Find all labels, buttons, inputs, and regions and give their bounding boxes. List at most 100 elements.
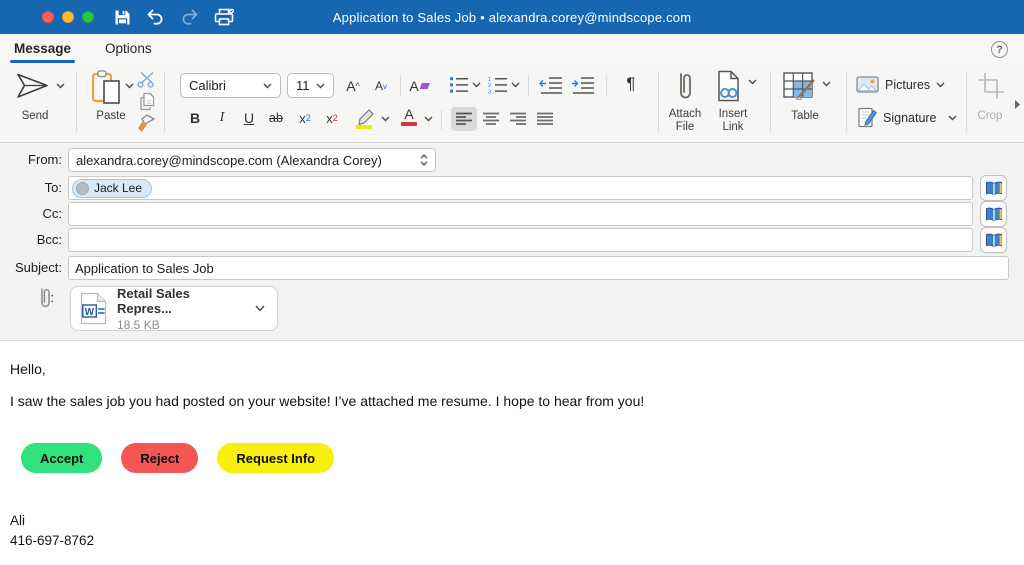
clear-formatting-button[interactable]: A (407, 74, 433, 98)
from-label: From: (0, 152, 62, 167)
insert-link-button[interactable]: Insert Link (708, 66, 764, 140)
from-value: alexandra.corey@mindscope.com (Alexandra… (76, 153, 382, 168)
to-address-book-button[interactable] (980, 175, 1007, 201)
subscript-button[interactable]: x2 (292, 106, 318, 130)
from-select[interactable]: alexandra.corey@mindscope.com (Alexandra… (68, 148, 436, 172)
paste-button[interactable]: Paste (84, 66, 138, 138)
italic-button[interactable]: I (209, 106, 235, 130)
cc-label: Cc: (0, 206, 62, 221)
font-color-swatch (401, 122, 417, 126)
send-button[interactable]: Send (6, 66, 70, 138)
ribbon-tabs: Message Options ? (0, 34, 1024, 64)
signature-label: Signature (883, 111, 937, 125)
table-label: Table (776, 110, 834, 123)
tab-options[interactable]: Options (103, 41, 154, 64)
bcc-address-book-button[interactable] (980, 227, 1007, 253)
chevron-down-icon[interactable] (255, 305, 265, 312)
recipient-chip[interactable]: Jack Lee (72, 179, 152, 198)
chevron-down-icon (56, 83, 65, 89)
redo-icon[interactable] (180, 9, 199, 25)
subject-field[interactable]: Application to Sales Job (68, 256, 1009, 280)
superscript-button[interactable]: x2 (319, 106, 345, 130)
titlebar: Application to Sales Job • alexandra.cor… (0, 0, 1024, 34)
svg-text:W: W (85, 307, 95, 318)
chevron-down-icon[interactable] (511, 82, 520, 88)
avatar (76, 182, 89, 195)
format-painter-icon[interactable] (135, 113, 156, 133)
paperclip-icon (675, 70, 695, 104)
align-right-button[interactable] (505, 107, 531, 131)
send-label: Send (6, 110, 64, 123)
svg-text:3: 3 (488, 89, 491, 94)
signature-icon (858, 107, 877, 128)
shrink-font-button[interactable]: Av (368, 74, 394, 98)
address-book-icon (985, 233, 1003, 248)
bcc-label: Bcc: (0, 232, 62, 247)
address-book-icon (985, 181, 1003, 196)
chevron-down-icon[interactable] (381, 116, 390, 122)
link-icon (716, 70, 742, 102)
bold-button[interactable]: B (182, 106, 208, 130)
attachment-card[interactable]: W Retail Sales Repres... 18.5 KB (70, 286, 278, 331)
attachments-colon: : (0, 290, 54, 305)
address-book-icon (985, 207, 1003, 222)
font-name-value: Calibri (189, 78, 226, 93)
help-icon[interactable]: ? (991, 41, 1008, 58)
message-header-fields: From: alexandra.corey@mindscope.com (Ale… (0, 143, 1024, 341)
recipient-name: Jack Lee (94, 181, 142, 195)
to-field[interactable]: Jack Lee (68, 176, 973, 200)
font-size-select[interactable]: 11 (287, 73, 334, 98)
cut-icon[interactable] (137, 71, 155, 88)
message-body-editor[interactable]: Hello, I saw the sales job you had poste… (0, 342, 1024, 565)
crop-label: Crop (968, 110, 1012, 123)
undo-icon[interactable] (146, 9, 165, 25)
signature-button[interactable]: Signature (854, 106, 960, 130)
font-name-select[interactable]: Calibri (180, 73, 281, 98)
pictures-icon (856, 76, 879, 93)
align-left-button[interactable] (451, 107, 477, 131)
align-justify-button[interactable] (532, 107, 558, 131)
accept-button[interactable]: Accept (21, 443, 102, 473)
save-icon[interactable] (114, 9, 131, 26)
print-icon[interactable] (214, 8, 235, 26)
chevron-down-icon (125, 83, 134, 89)
show-paragraph-marks-button[interactable]: ¶ (618, 72, 644, 96)
chevron-down-icon[interactable] (424, 116, 433, 122)
paste-label: Paste (84, 110, 138, 123)
svg-text:2: 2 (488, 83, 491, 89)
pictures-button[interactable]: Pictures (854, 74, 948, 96)
align-center-button[interactable] (478, 107, 504, 131)
cc-field[interactable] (68, 202, 973, 226)
svg-text:1: 1 (488, 77, 491, 83)
text-highlight-button[interactable] (354, 108, 378, 129)
send-icon (16, 72, 50, 100)
grow-font-button[interactable]: A^ (340, 74, 366, 98)
body-greeting: Hello, (10, 361, 46, 377)
bcc-field[interactable] (68, 228, 973, 252)
underline-button[interactable]: U (236, 106, 262, 130)
bulleted-list-button[interactable] (449, 76, 469, 94)
more-commands-icon[interactable] (1014, 99, 1021, 110)
pictures-label: Pictures (885, 78, 930, 92)
cc-address-book-button[interactable] (980, 201, 1007, 227)
crop-button[interactable]: Crop (968, 66, 1014, 140)
reject-button[interactable]: Reject (121, 443, 198, 473)
attachment-size: 18.5 KB (117, 318, 239, 332)
numbered-list-button[interactable]: 123 (488, 76, 508, 94)
chevron-down-icon (936, 82, 945, 88)
updown-chevron-icon (420, 154, 428, 166)
table-icon (783, 72, 817, 100)
font-color-button[interactable]: A (398, 106, 420, 126)
request-info-button[interactable]: Request Info (217, 443, 334, 473)
chevron-down-icon (948, 115, 957, 121)
eraser-icon (420, 82, 431, 90)
strikethrough-button[interactable]: ab (263, 106, 289, 130)
increase-indent-button[interactable] (571, 76, 595, 94)
chevron-down-icon (263, 83, 272, 89)
decrease-indent-button[interactable] (539, 76, 563, 94)
table-button[interactable]: Table (776, 66, 838, 140)
copy-icon[interactable] (138, 92, 155, 111)
tab-message[interactable]: Message (12, 41, 73, 64)
chevron-down-icon[interactable] (472, 82, 481, 88)
attach-file-button[interactable]: Attach File (660, 66, 710, 140)
